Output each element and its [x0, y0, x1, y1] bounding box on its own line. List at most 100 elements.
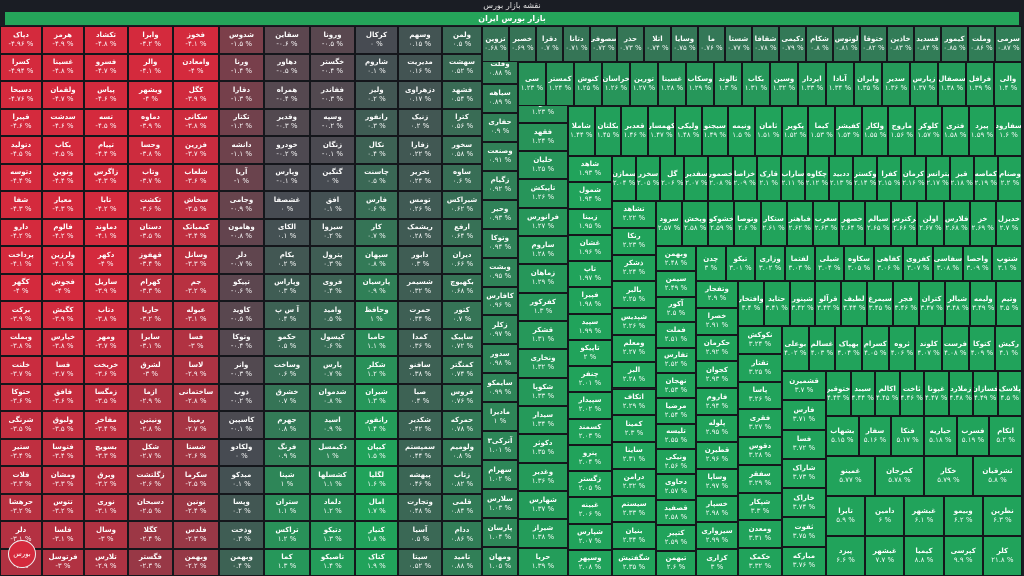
stock-tile[interactable]: دسبحا -۴.۷۶ %	[0, 81, 42, 109]
stock-tile[interactable]: وذخت ۰.۳ %	[219, 521, 264, 549]
stock-tile[interactable]: غبشهر ۷.۷ %	[865, 536, 905, 576]
stock-tile[interactable]: قیز ۲.۱۸ %	[949, 156, 974, 201]
stock-tile[interactable]: وابرا -۴.۲ %	[128, 26, 173, 54]
stock-tile[interactable]: پاسا ۳.۲۶ %	[738, 381, 782, 410]
stock-tile[interactable]: کلوکر ۱.۵۷ %	[915, 106, 942, 156]
stock-tile[interactable]: ومشان -۳.۳ %	[42, 466, 84, 494]
stock-tile[interactable]: همراه -۰.۴ %	[264, 81, 310, 109]
stock-tile[interactable]: وافتخار ۳.۴ %	[738, 281, 764, 326]
stock-tile[interactable]: تپیام -۴.۴ %	[84, 136, 128, 164]
stock-tile[interactable]: وکستر ۲.۱۴ %	[853, 156, 878, 201]
stock-tile[interactable]: ثاخت ۴.۴۶ %	[899, 371, 924, 416]
stock-tile[interactable]: غبشهر ۶.۱ %	[904, 496, 944, 536]
stock-tile[interactable]: سفدیر ۲.۰۷ %	[684, 156, 709, 201]
stock-tile[interactable]: ولیکی ۱.۴۸ %	[674, 106, 702, 156]
stock-tile[interactable]: وغدیر ۱.۳۶ %	[518, 462, 568, 491]
stock-tile[interactable]: فپیرا ۱.۹۸ %	[568, 287, 612, 314]
stock-tile[interactable]: کفاهی ۳.۰۶ %	[873, 246, 904, 281]
stock-tile[interactable]: ریشمک ۰.۲۸ %	[398, 218, 442, 246]
stock-tile[interactable]: وساخت ۰.۶ %	[264, 356, 310, 384]
stock-tile[interactable]: دتانا ۰.۷۱ %	[563, 26, 590, 62]
stock-tile[interactable]: ثالوند ۱.۳ %	[714, 62, 742, 106]
stock-tile[interactable]: وتوکا ۰.۹۴ %	[482, 228, 518, 258]
stock-tile[interactable]: زنیک ۰.۲ %	[398, 108, 442, 136]
stock-tile[interactable]: غسینا ۱.۲۸ %	[658, 62, 686, 106]
stock-tile[interactable]: دپاک -۴.۹۶ %	[0, 26, 42, 54]
stock-tile[interactable]: دقارا -۱.۳ %	[219, 81, 264, 109]
stock-tile[interactable]: سصفال ۱.۳۸ %	[938, 62, 966, 106]
stock-tile[interactable]: رمپنا -۲.۷ %	[173, 411, 219, 439]
stock-tile[interactable]: کگلا -۲.۴ %	[128, 521, 173, 549]
stock-tile[interactable]: ولکادو ۰ %	[219, 438, 264, 466]
stock-tile[interactable]: ماروج ۱.۵۶ %	[888, 106, 916, 156]
stock-tile[interactable]: وایران ۱.۳۵ %	[854, 62, 882, 106]
stock-tile[interactable]: گنگین ۰ %	[310, 163, 355, 191]
stock-tile[interactable]: زفارا ۰.۲۲ %	[398, 136, 442, 164]
stock-tile[interactable]: زماهان ۱.۲۹ %	[518, 264, 568, 293]
stock-tile[interactable]: فارس ۳.۷۱ %	[782, 400, 826, 430]
stock-tile[interactable]: شپکار ۳.۳ %	[738, 492, 782, 521]
stock-tile[interactable]: بسویچ -۳.۳ %	[84, 438, 128, 466]
stock-tile[interactable]: حتوکا -۳.۶ %	[0, 383, 42, 411]
stock-tile[interactable]: فسرب ۵.۱۹ %	[956, 416, 990, 456]
stock-tile[interactable]: ونیمه ۱.۵ %	[728, 106, 755, 156]
stock-tile[interactable]: شرنگی -۳.۵ %	[0, 411, 42, 439]
stock-tile[interactable]: پترانس ۲.۱۷ %	[925, 156, 950, 201]
stock-tile[interactable]: ساپیک ۰.۷۲ %	[442, 328, 482, 356]
stock-tile[interactable]: وتاب -۳.۷ %	[128, 163, 173, 191]
stock-tile[interactable]: سرود ۲.۵۷ %	[656, 201, 683, 246]
stock-tile[interactable]: کلر ۲۱.۸ %	[982, 536, 1022, 576]
stock-tile[interactable]: وپارس -۰.۱ %	[264, 163, 310, 191]
stock-tile[interactable]: حکرمان ۲.۹۲ %	[696, 334, 738, 362]
stock-tile[interactable]: شپدیس ۲.۲۶ %	[612, 308, 656, 335]
stock-tile[interactable]: حامبا ۱.۱ %	[355, 328, 398, 356]
stock-tile[interactable]: کیما ۱.۵۳ %	[808, 106, 836, 156]
stock-tile[interactable]: دقوس ۳.۲۸ %	[738, 437, 782, 465]
stock-tile[interactable]: ساریل -۳.۹ %	[84, 273, 128, 301]
stock-tile[interactable]: کافارس ۰.۹۶ %	[482, 286, 518, 316]
stock-tile[interactable]: دلماد ۱.۲ %	[310, 493, 355, 521]
stock-tile[interactable]: کسرام ۴.۰۵ %	[862, 326, 889, 371]
stock-tile[interactable]: حیاریه ۵.۱۸ %	[924, 416, 957, 456]
stock-tile[interactable]: غپونا ۴.۴۷ %	[924, 371, 949, 416]
stock-tile[interactable]: چکاوه ۲.۱۲ %	[804, 156, 830, 201]
stock-tile[interactable]: قپیرا -۴.۶ %	[0, 108, 42, 136]
stock-tile[interactable]: خلنت -۳.۷ %	[0, 356, 42, 384]
stock-tile[interactable]: حتاید ۳.۴۱ %	[763, 281, 790, 326]
stock-tile[interactable]: چنفر ۲.۰۱ %	[568, 366, 612, 393]
stock-tile[interactable]: فافق -۳.۶ %	[42, 383, 84, 411]
stock-tile[interactable]: ارفع ۰.۶۴ %	[442, 218, 482, 246]
stock-tile[interactable]: کتور ۰.۷ %	[442, 301, 482, 329]
stock-tile[interactable]: مبدکو ۰.۱ %	[219, 466, 264, 494]
stock-tile[interactable]: ومعلم ۲.۲۷ %	[612, 334, 656, 362]
stock-tile[interactable]: ذشکر ۲.۲۴ %	[612, 254, 656, 282]
stock-tile[interactable]: فقری ۳.۲۷ %	[738, 409, 782, 438]
stock-tile[interactable]: سدیر ۱.۳۶ %	[882, 62, 910, 106]
stock-tile[interactable]: حرهشا -۳.۲ %	[0, 493, 42, 521]
stock-tile[interactable]: شگفتیش ۲.۳۵ %	[612, 549, 656, 576]
stock-tile[interactable]: پکویر ۱.۵۲ %	[781, 106, 809, 156]
stock-tile[interactable]: کمدا ۰.۳۶ %	[398, 328, 442, 356]
stock-tile[interactable]: زبینا ۱.۹۵ %	[568, 208, 612, 235]
stock-tile[interactable]: دتیکو ۱.۳ %	[310, 521, 355, 549]
stock-tile[interactable]: وحسا -۳.۸ %	[128, 136, 173, 164]
stock-tile[interactable]: کفزوی ۳.۰۷ %	[903, 246, 934, 281]
stock-tile[interactable]: مدیریت ۰.۱۶ %	[398, 53, 442, 81]
stock-tile[interactable]: وتیم ۳.۵ %	[996, 281, 1022, 326]
stock-tile[interactable]: شپنا ۱ %	[264, 466, 310, 494]
stock-tile[interactable]: ستیر -۳.۴ %	[0, 438, 42, 466]
stock-tile[interactable]: اولن ۲.۶۷ %	[917, 201, 944, 246]
stock-tile[interactable]: زتاب ۰.۸۲ %	[442, 466, 482, 494]
stock-tile[interactable]: صبا ۰.۴ %	[398, 383, 442, 411]
stock-tile[interactable]: حذر ۰.۷۳ %	[617, 26, 644, 62]
stock-tile[interactable]: پترول ۰.۳ %	[310, 246, 355, 274]
stock-tile[interactable]: دهاور -۰.۵ %	[264, 53, 310, 81]
stock-tile[interactable]: وقدیر -۰.۳ %	[264, 108, 310, 136]
stock-tile[interactable]: شکلر ۱.۲ %	[355, 356, 398, 384]
stock-tile[interactable]: سرمی ۰.۸۷ %	[995, 26, 1022, 62]
stock-tile[interactable]: اتلا ۰.۷۴ %	[644, 26, 671, 62]
stock-tile[interactable]: شاهد ۱.۹۳ %	[568, 156, 612, 183]
stock-tile[interactable]: دکیمی ۰.۷۹ %	[779, 26, 806, 62]
stock-tile[interactable]: بشهاب ۵.۱۵ %	[826, 416, 859, 456]
stock-tile[interactable]: بنیان ۲.۳۴ %	[612, 522, 656, 550]
